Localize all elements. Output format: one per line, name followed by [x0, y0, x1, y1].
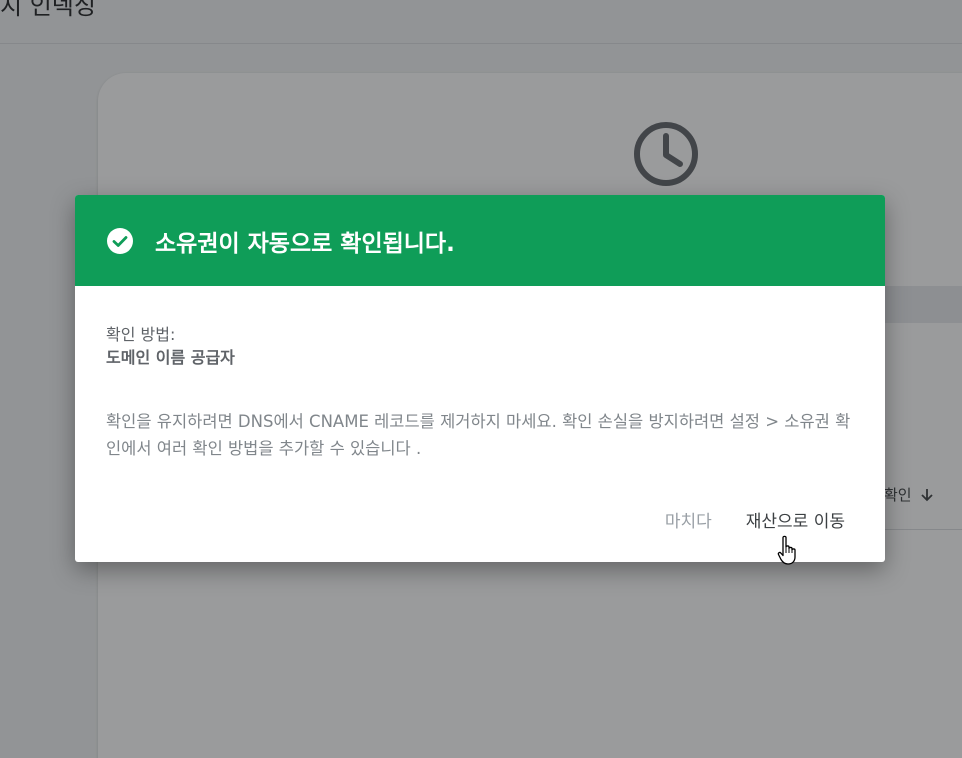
dialog-body: 확인 방법: 도메인 이름 공급자 확인을 유지하려면 DNS에서 CNAME … [75, 286, 885, 462]
check-circle-icon [107, 227, 133, 254]
done-button[interactable]: 마치다 [665, 507, 712, 532]
dialog-header: 소유권이 자동으로 확인됩니다. [75, 195, 885, 286]
dialog-actions: 마치다 재산으로 이동 [665, 507, 845, 532]
verification-method-label: 확인 방법: [106, 325, 176, 344]
go-to-property-button[interactable]: 재산으로 이동 [746, 507, 845, 532]
page: 지 인덱싱 확인 소유권이 자동으로 확인됩니다. 확인 방법: 도메인 이름 … [0, 0, 962, 758]
verification-method-value: 도메인 이름 공급자 [106, 348, 235, 367]
verification-dialog: 소유권이 자동으로 확인됩니다. 확인 방법: 도메인 이름 공급자 확인을 유… [75, 195, 885, 562]
hand-pointer-icon [777, 535, 796, 565]
dialog-title: 소유권이 자동으로 확인됩니다. [155, 230, 455, 257]
verification-info-text: 확인을 유지하려면 DNS에서 CNAME 레코드를 제거하지 마세요. 확인 … [106, 412, 851, 458]
